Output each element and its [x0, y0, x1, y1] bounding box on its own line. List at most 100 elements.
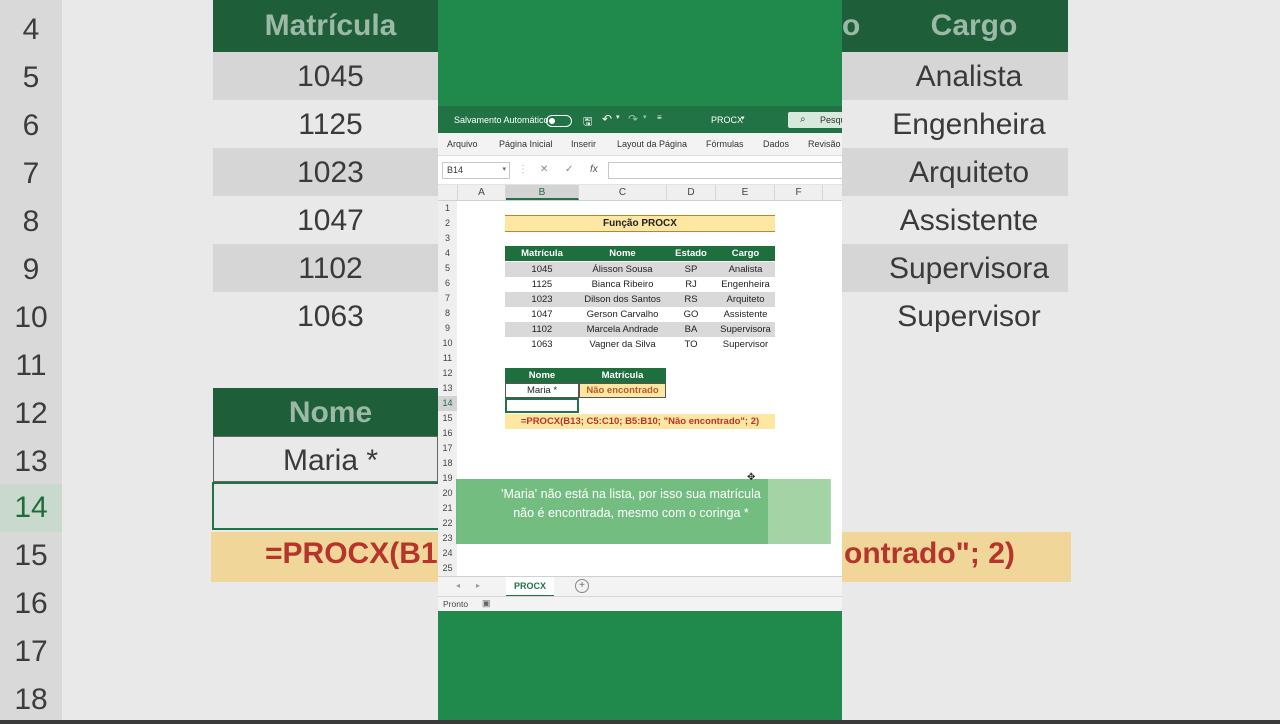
row-header[interactable]: 6 [438, 276, 457, 292]
row-header[interactable]: 18 [438, 456, 457, 472]
search-box[interactable]: ⌕ Pesqu [788, 112, 842, 128]
bg-cargo-value: Supervisora [888, 252, 1050, 285]
table-cell[interactable]: Analista [716, 262, 775, 277]
save-icon[interactable]: 🖫 [583, 113, 592, 132]
select-all-corner[interactable] [438, 185, 458, 200]
file-name-chevron-icon[interactable]: ▾ [741, 114, 745, 122]
prev-sheet-icon[interactable]: ◂ [456, 581, 460, 590]
undo-dropdown-icon[interactable]: ▾ [616, 113, 620, 121]
table-cell[interactable]: Bianca Ribeiro [579, 277, 666, 292]
row-header[interactable]: 16 [438, 426, 457, 442]
insert-function-icon[interactable]: fx [590, 164, 598, 175]
cancel-icon[interactable]: ✕ [540, 164, 548, 175]
table-cell[interactable]: Álisson Sousa [579, 262, 666, 277]
row-header[interactable]: 5 [438, 261, 457, 277]
row-header[interactable]: 20 [438, 486, 457, 502]
lookup-result-cell[interactable]: Não encontrado [579, 383, 666, 398]
table-cell[interactable]: Vagner da Silva [579, 337, 666, 352]
row-header[interactable]: 22 [438, 516, 457, 532]
table-cell[interactable]: Gerson Carvalho [579, 307, 666, 322]
lookup-header-matricula[interactable]: Matrícula [579, 368, 666, 383]
bg-row-number: 16 [14, 587, 48, 620]
row-header[interactable]: 3 [438, 231, 457, 247]
accessibility-icon[interactable]: ▣ [482, 598, 491, 609]
table-cell[interactable]: GO [666, 307, 716, 322]
column-header-c[interactable]: C [579, 185, 667, 200]
redo-icon[interactable]: ↷ [628, 112, 638, 126]
column-header-b[interactable]: B [506, 185, 579, 200]
table-cell[interactable]: Assistente [716, 307, 775, 322]
row-header[interactable]: 8 [438, 306, 457, 322]
table-cell[interactable]: 1045 [505, 262, 579, 277]
table-cell[interactable]: 1047 [505, 307, 579, 322]
name-box[interactable]: B14 ▾ [442, 162, 510, 179]
table-cell[interactable]: RS [666, 292, 716, 307]
table-cell[interactable]: 1063 [505, 337, 579, 352]
row-header[interactable]: 13 [438, 381, 457, 397]
table-cell[interactable]: Supervisor [716, 337, 775, 352]
tab-layout-da-pagina[interactable]: Layout da Página [617, 139, 687, 149]
table-cell[interactable]: SP [666, 262, 716, 277]
table-cell[interactable]: Dilson dos Santos [579, 292, 666, 307]
formula-input[interactable] [608, 162, 842, 179]
tab-revisao[interactable]: Revisão [808, 139, 841, 149]
table-cell[interactable]: Marcela Andrade [579, 322, 666, 337]
column-header-a[interactable]: A [458, 185, 506, 200]
enter-icon[interactable]: ✓ [565, 164, 573, 175]
tab-arquivo[interactable]: Arquivo [447, 139, 478, 149]
column-header-f[interactable]: F [775, 185, 823, 200]
row-header[interactable]: 23 [438, 531, 457, 547]
tab-inserir[interactable]: Inserir [571, 139, 596, 149]
lookup-header-nome[interactable]: Nome [505, 368, 579, 383]
row-header[interactable]: 12 [438, 366, 457, 382]
row-header[interactable]: 1 [438, 201, 457, 217]
table-cell[interactable]: 1023 [505, 292, 579, 307]
tab-dados[interactable]: Dados [763, 139, 789, 149]
add-sheet-icon[interactable]: + [575, 579, 589, 593]
table-cell[interactable]: Engenheira [716, 277, 775, 292]
table-cell[interactable]: 1102 [505, 322, 579, 337]
row-header[interactable]: 24 [438, 546, 457, 562]
table-cell[interactable]: Supervisora [716, 322, 775, 337]
file-name[interactable]: PROCX [711, 115, 743, 125]
row-header[interactable]: 4 [438, 246, 457, 262]
row-header[interactable]: 11 [438, 351, 457, 367]
sheet-tab-procx[interactable]: PROCX [506, 577, 554, 597]
table-header-cargo[interactable]: Cargo [716, 246, 775, 261]
name-box-chevron-icon[interactable]: ▾ [502, 165, 506, 173]
table-cell[interactable]: 1125 [505, 277, 579, 292]
column-header-d[interactable]: D [667, 185, 716, 200]
bg-row-number: 12 [14, 397, 48, 430]
tab-pagina-inicial[interactable]: Página Inicial [499, 139, 553, 149]
table-cell[interactable]: Arquiteto [716, 292, 775, 307]
row-header[interactable]: 19 [438, 471, 457, 487]
table-cell[interactable]: BA [666, 322, 716, 337]
customize-toolbar-icon[interactable]: ≡ [657, 113, 662, 122]
bg-active-cell [212, 482, 438, 530]
row-header[interactable]: 14 [438, 396, 457, 412]
formula-text-cell[interactable]: =PROCX(B13; C5:C10; B5:B10; "Não encontr… [505, 414, 775, 429]
row-header[interactable]: 21 [438, 501, 457, 517]
undo-icon[interactable]: ↶ [602, 112, 612, 126]
row-header[interactable]: 7 [438, 291, 457, 307]
column-header-e[interactable]: E [716, 185, 775, 200]
bg-row-headers: 4 5 6 7 8 9 10 11 12 13 14 15 16 17 18 [0, 0, 62, 720]
active-cell-b14[interactable] [505, 398, 579, 413]
autosave-toggle[interactable] [546, 115, 572, 127]
row-header[interactable]: 25 [438, 561, 457, 577]
lookup-name-cell[interactable]: Maria * [505, 383, 579, 398]
row-header[interactable]: 9 [438, 321, 457, 337]
table-cell[interactable]: TO [666, 337, 716, 352]
tab-formulas[interactable]: Fórmulas [706, 139, 744, 149]
table-header-nome[interactable]: Nome [579, 246, 666, 261]
table-header-matricula[interactable]: Matrícula [505, 246, 579, 261]
row-header[interactable]: 10 [438, 336, 457, 352]
table-cell[interactable]: RJ [666, 277, 716, 292]
row-header[interactable]: 15 [438, 411, 457, 427]
row-header[interactable]: 2 [438, 216, 457, 232]
redo-dropdown-icon[interactable]: ▾ [643, 113, 647, 121]
row-header[interactable]: 17 [438, 441, 457, 457]
table-header-estado[interactable]: Estado [666, 246, 716, 261]
sheet-title[interactable]: Função PROCX [505, 215, 775, 232]
next-sheet-icon[interactable]: ▸ [476, 581, 480, 590]
